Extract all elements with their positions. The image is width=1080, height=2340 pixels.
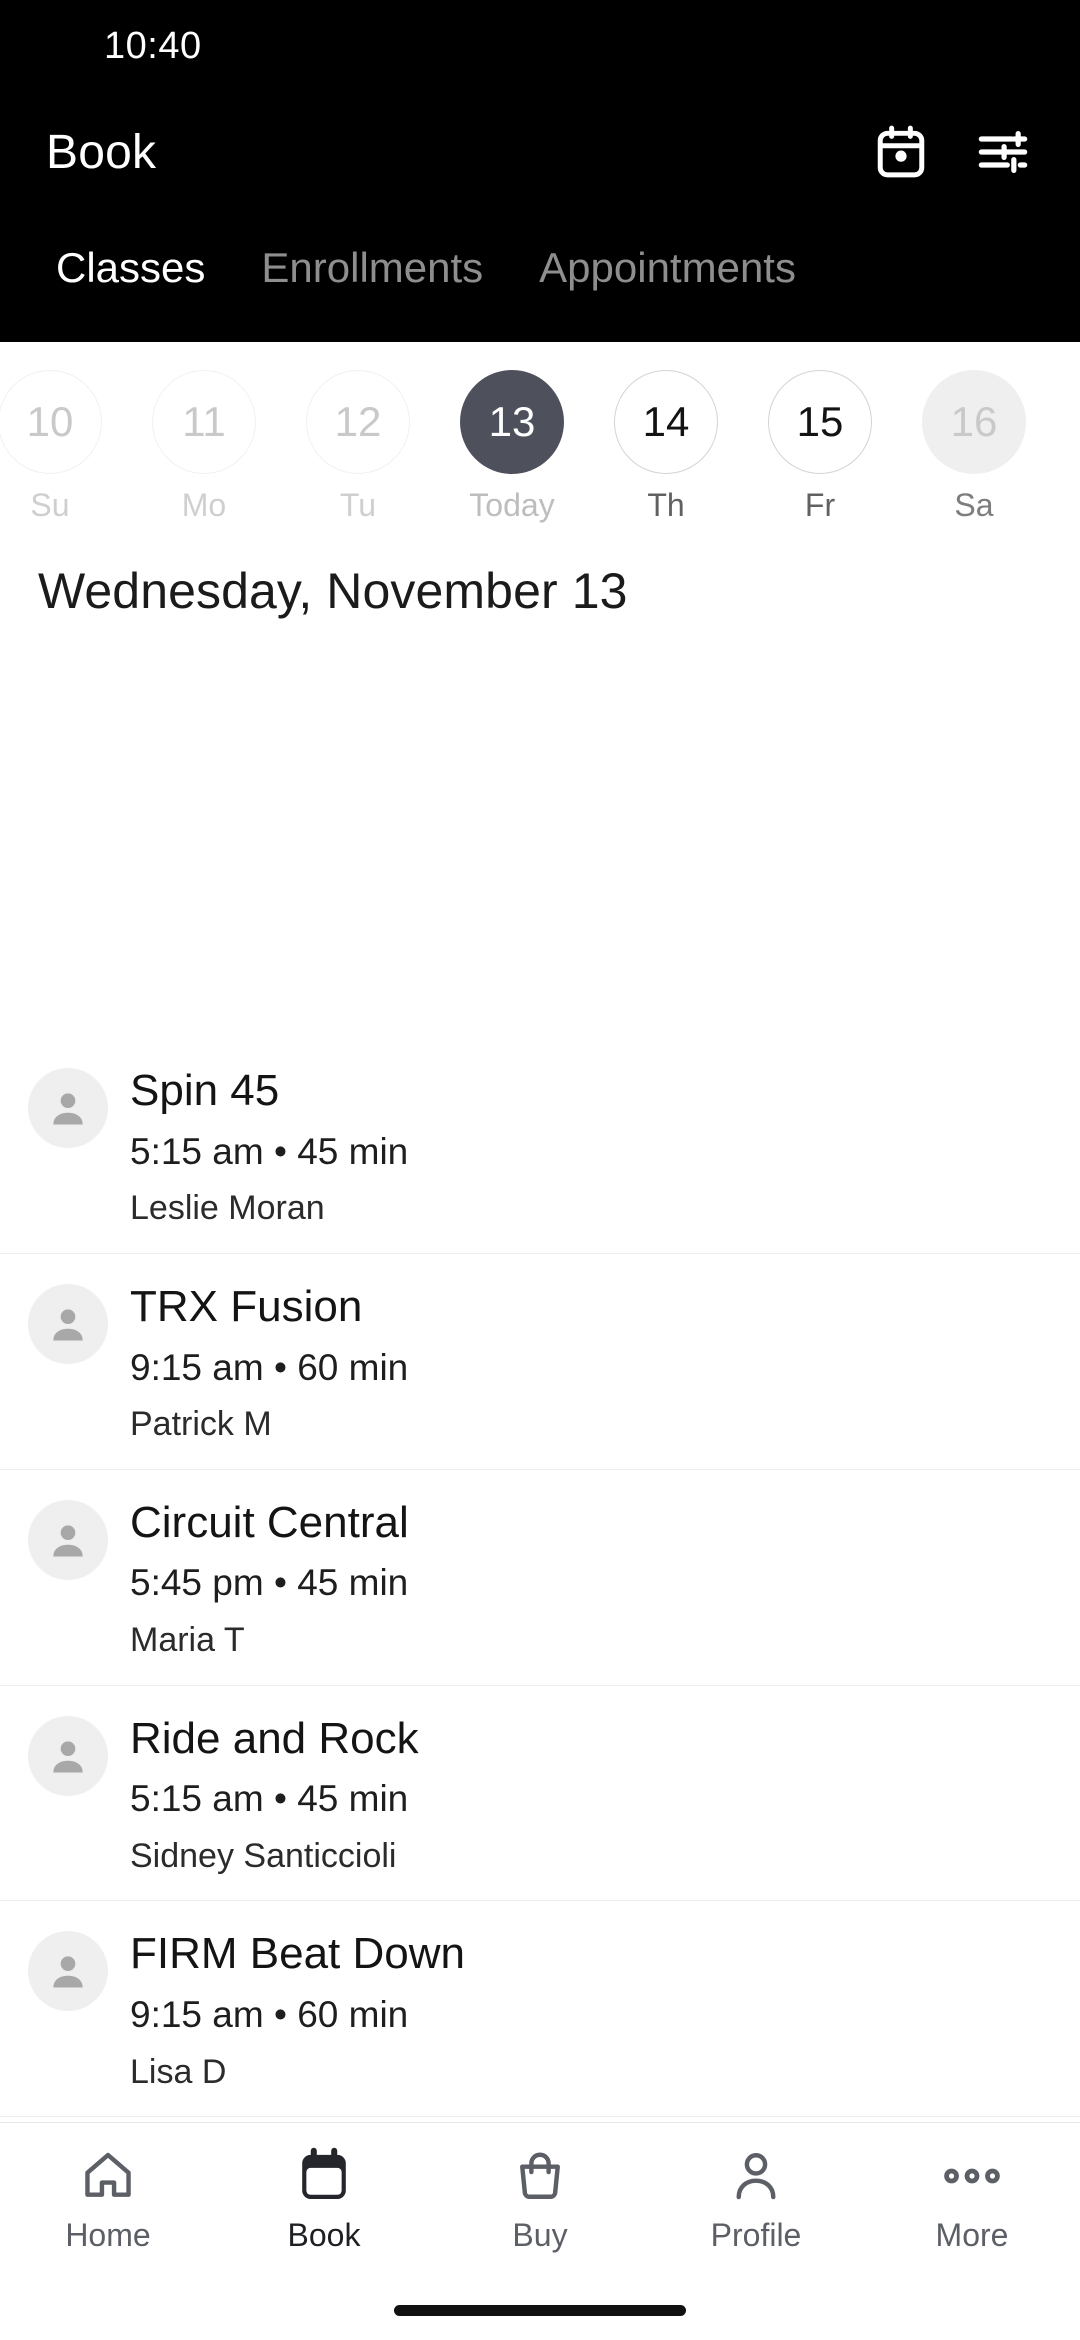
date-number: 16 <box>922 370 1026 474</box>
class-row[interactable]: FIRM Beat Down 9:15 am • 60 min Lisa D <box>0 1900 1080 2116</box>
nav-item-book[interactable]: Book <box>216 2145 432 2254</box>
date-item-14[interactable]: 14 Th <box>614 370 718 524</box>
date-number: 10 <box>0 370 102 474</box>
app-screen: 10:40 Book Classes Enrollments Appointme… <box>0 0 1080 2340</box>
date-weekday: Today <box>469 487 555 523</box>
tab-enrollments[interactable]: Enrollments <box>233 242 511 295</box>
class-list: Spin 45 5:15 am • 45 min Leslie Moran TR… <box>0 1038 1080 2124</box>
class-row[interactable]: TRX Fusion 9:15 am • 60 min Patrick M <box>0 1252 1080 1469</box>
ellipsis-icon <box>942 2145 1002 2207</box>
avatar <box>28 1283 108 1364</box>
status-bar: 10:40 <box>0 0 1080 92</box>
class-meta: 5:15 am • 45 min <box>130 1778 409 1820</box>
date-weekday: Sa <box>954 487 994 523</box>
date-item-13-selected[interactable]: 13 Today <box>460 370 564 524</box>
date-number: 13 <box>460 370 564 474</box>
date-item-15[interactable]: 15 Fr <box>768 370 872 524</box>
calendar-icon[interactable] <box>870 121 932 183</box>
app-bar: Book <box>0 92 1080 212</box>
class-row[interactable]: Circuit Central 5:45 pm • 45 min Maria T <box>0 1468 1080 1685</box>
nav-label: More <box>935 2217 1009 2253</box>
date-item-11[interactable]: 11 Mo <box>152 370 256 524</box>
class-title: Ride and Rock <box>130 1713 419 1763</box>
tab-bar: Classes Enrollments Appointments <box>0 212 1080 342</box>
avatar <box>28 1499 108 1580</box>
class-info: TRX Fusion 9:15 am • 60 min Patrick M <box>130 1280 1042 1445</box>
class-info: Ride and Rock 5:15 am • 45 min Sidney Sa… <box>130 1712 1042 1877</box>
nav-item-home[interactable]: Home <box>0 2145 216 2254</box>
class-title: FIRM Beat Down <box>130 1929 465 1979</box>
day-heading: Wednesday, November 13 <box>38 563 628 619</box>
calendar-icon <box>296 2145 352 2207</box>
class-instructor: Maria T <box>130 1620 245 1659</box>
shopping-bag-icon <box>512 2145 568 2207</box>
class-instructor: Lisa D <box>130 2052 227 2091</box>
class-meta: 5:45 pm • 45 min <box>130 1562 409 1604</box>
tab-appointments[interactable]: Appointments <box>511 242 824 295</box>
date-item-10[interactable]: 10 Su <box>0 370 102 524</box>
app-bar-actions <box>870 121 1034 183</box>
class-instructor: Leslie Moran <box>130 1189 325 1228</box>
home-icon <box>80 2145 136 2207</box>
class-info: Circuit Central 5:45 pm • 45 min Maria T <box>130 1496 1042 1661</box>
class-title: Spin 45 <box>130 1066 280 1115</box>
date-number: 14 <box>614 370 718 474</box>
nav-item-buy[interactable]: Buy <box>432 2145 648 2254</box>
bottom-navigation: Home Book Buy Profile More <box>0 2122 1080 2340</box>
class-title: Circuit Central <box>130 1497 409 1547</box>
date-item-12[interactable]: 12 Tu <box>306 370 410 524</box>
nav-label: Home <box>65 2217 151 2253</box>
date-weekday: Th <box>647 487 685 523</box>
avatar <box>28 1068 108 1148</box>
class-info: Spin 45 5:15 am • 45 min Leslie Moran <box>130 1064 1042 1229</box>
date-weekday: Su <box>30 487 70 523</box>
date-weekday: Tu <box>339 487 377 523</box>
class-row[interactable]: Spin 45 5:15 am • 45 min Leslie Moran <box>0 1038 1080 1253</box>
date-number: 15 <box>768 370 872 474</box>
class-list-scroll[interactable]: Spin 45 5:15 am • 45 min Leslie Moran TR… <box>0 1038 1080 2124</box>
filter-sliders-icon[interactable] <box>972 121 1034 183</box>
class-title: TRX Fusion <box>130 1281 363 1331</box>
date-number: 12 <box>306 370 410 474</box>
date-item-16[interactable]: 16 Sa <box>922 370 1026 524</box>
class-instructor: Patrick M <box>130 1404 272 1443</box>
status-time: 10:40 <box>104 24 202 67</box>
date-strip[interactable]: 10 Su 11 Mo 12 Tu 13 Today 14 Th 15 Fr 1… <box>0 342 1080 532</box>
date-weekday: Mo <box>181 487 227 523</box>
class-row[interactable]: Ride and Rock 5:15 am • 45 min Sidney Sa… <box>0 1684 1080 1901</box>
nav-item-more[interactable]: More <box>864 2145 1080 2254</box>
class-info: FIRM Beat Down 9:15 am • 60 min Lisa D <box>130 1927 1042 2092</box>
avatar <box>28 1931 108 2012</box>
class-meta: 9:15 am • 60 min <box>130 1994 409 2036</box>
page-title: Book <box>46 125 157 179</box>
date-number: 11 <box>152 370 256 474</box>
nav-label: Book <box>287 2217 361 2253</box>
date-weekday: Fr <box>804 487 836 523</box>
nav-item-profile[interactable]: Profile <box>648 2145 864 2254</box>
class-instructor: Sidney Santiccioli <box>130 1836 397 1875</box>
class-meta: 5:15 am • 45 min <box>130 1130 409 1172</box>
home-indicator <box>394 2305 686 2316</box>
nav-label: Profile <box>710 2217 802 2253</box>
class-meta: 9:15 am • 60 min <box>130 1346 409 1388</box>
person-icon <box>728 2145 784 2207</box>
avatar <box>28 1715 108 1796</box>
tab-classes[interactable]: Classes <box>28 242 233 295</box>
nav-label: Buy <box>512 2217 568 2253</box>
